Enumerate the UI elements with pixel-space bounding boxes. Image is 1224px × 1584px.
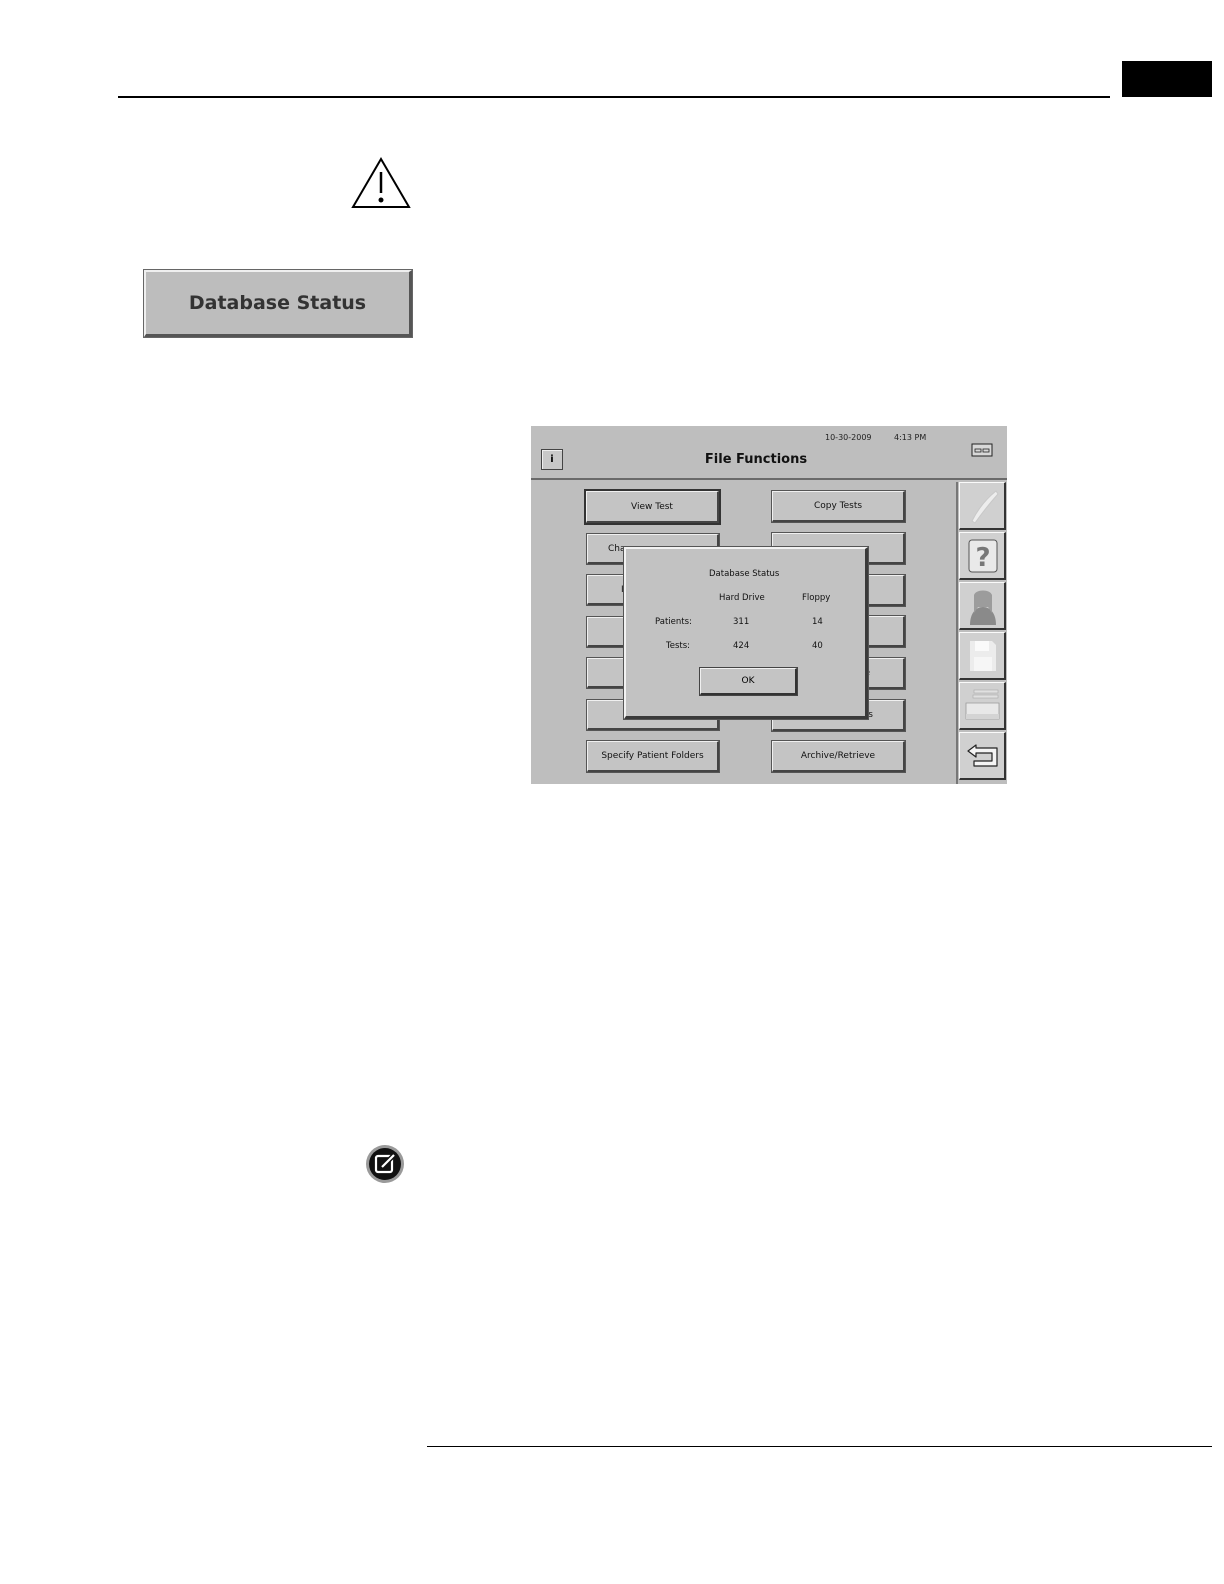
dialog-title: Database Status bbox=[709, 569, 780, 579]
specify-patient-folders-button[interactable]: Specify Patient Folders bbox=[586, 740, 720, 773]
patient-icon bbox=[970, 590, 996, 625]
note-pencil-icon bbox=[366, 1145, 404, 1183]
tests-label: Tests: bbox=[666, 641, 691, 651]
printer-icon bbox=[965, 689, 1000, 720]
screen-header: i 10-30-2009 4:13 PM File Functions bbox=[531, 426, 1007, 480]
side-toolbar-divider bbox=[956, 482, 958, 784]
side-print-button[interactable] bbox=[959, 682, 1006, 730]
pen-icon bbox=[971, 490, 999, 524]
side-return-button[interactable] bbox=[959, 732, 1006, 780]
svg-text:?: ? bbox=[975, 543, 990, 573]
patients-hard-drive-value: 311 bbox=[733, 617, 750, 627]
floppy-header: Floppy bbox=[802, 593, 831, 603]
copy-tests-button[interactable]: Copy Tests bbox=[771, 490, 906, 523]
footer-rule bbox=[427, 1446, 1212, 1447]
tests-hard-drive-value: 424 bbox=[733, 641, 750, 651]
side-help-button[interactable]: ? bbox=[959, 532, 1006, 580]
screen-date: 10-30-2009 bbox=[825, 433, 872, 442]
patients-floppy-value: 14 bbox=[812, 617, 823, 627]
floppy-disk-icon bbox=[970, 641, 996, 671]
side-save-button[interactable] bbox=[959, 632, 1006, 680]
help-icon: ? bbox=[968, 539, 998, 573]
ok-button[interactable]: OK bbox=[699, 667, 798, 696]
database-status-button[interactable]: Database Status bbox=[143, 269, 413, 338]
view-test-button[interactable]: View Test bbox=[584, 489, 721, 525]
header-rule bbox=[118, 96, 1110, 98]
warning-triangle-icon bbox=[351, 157, 411, 208]
screen-title: File Functions bbox=[704, 452, 808, 467]
database-status-dialog: Database Status Hard Drive Floppy Patien… bbox=[623, 546, 869, 720]
patients-label: Patients: bbox=[655, 617, 692, 627]
chapter-thumb-tab bbox=[1122, 61, 1212, 97]
hard-drive-header: Hard Drive bbox=[719, 593, 765, 603]
tests-floppy-value: 40 bbox=[812, 641, 823, 651]
return-arrow-icon bbox=[967, 744, 998, 767]
archive-retrieve-button[interactable]: Archive/Retrieve bbox=[771, 740, 906, 773]
side-pen-button[interactable] bbox=[959, 482, 1006, 530]
file-functions-screenshot: i 10-30-2009 4:13 PM File Functions View… bbox=[531, 426, 1007, 784]
side-patient-button[interactable] bbox=[959, 582, 1006, 630]
screen-time: 4:13 PM bbox=[894, 433, 927, 442]
drive-icon bbox=[971, 443, 993, 457]
